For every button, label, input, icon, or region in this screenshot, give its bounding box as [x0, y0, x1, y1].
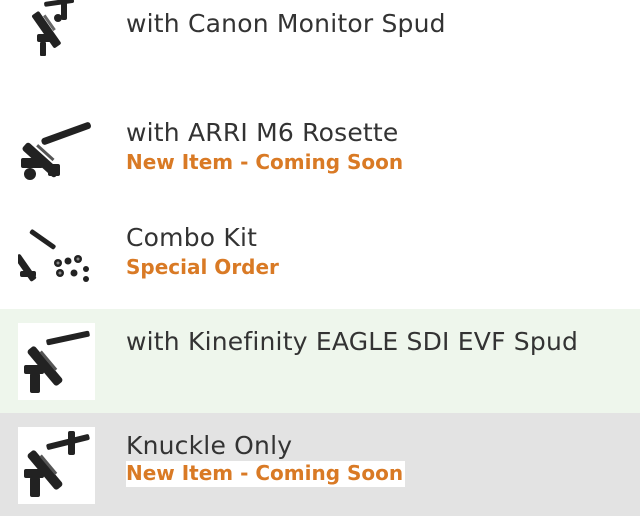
- item-title: with ARRI M6 Rosette: [126, 118, 399, 147]
- item-status: New Item - Coming Soon: [126, 150, 404, 174]
- product-option-list: with Canon Monitor Spud with ARRI M6 Ros…: [0, 0, 640, 516]
- list-item[interactable]: Combo Kit Special Order: [0, 209, 640, 314]
- item-title: with Kinefinity EAGLE SDI EVF Spud: [126, 327, 579, 356]
- side-arm-icon: [24, 330, 90, 393]
- side-arm-icon: [24, 431, 90, 497]
- list-item[interactable]: with Kinefinity EAGLE SDI EVF Spud: [0, 309, 640, 414]
- product-thumbnail: [18, 0, 95, 63]
- list-item[interactable]: with ARRI M6 Rosette New Item - Coming S…: [0, 104, 640, 209]
- item-title: Combo Kit: [126, 223, 258, 252]
- product-thumbnail: [18, 112, 95, 189]
- list-item[interactable]: Knuckle Only New Item - Coming Soon: [0, 413, 640, 516]
- product-thumbnail: [18, 323, 95, 400]
- side-arm-rosette-icon: [21, 122, 91, 180]
- item-title: with Canon Monitor Spud: [126, 9, 446, 38]
- side-arm-icon: [32, 0, 75, 56]
- combo-kit-icon: [18, 229, 89, 282]
- item-status: Special Order: [126, 255, 279, 279]
- item-title: Knuckle Only: [126, 431, 293, 460]
- product-thumbnail: [18, 217, 95, 294]
- product-thumbnail: [18, 427, 95, 504]
- list-item[interactable]: with Canon Monitor Spud: [0, 0, 640, 78]
- item-status: New Item - Coming Soon: [126, 461, 406, 487]
